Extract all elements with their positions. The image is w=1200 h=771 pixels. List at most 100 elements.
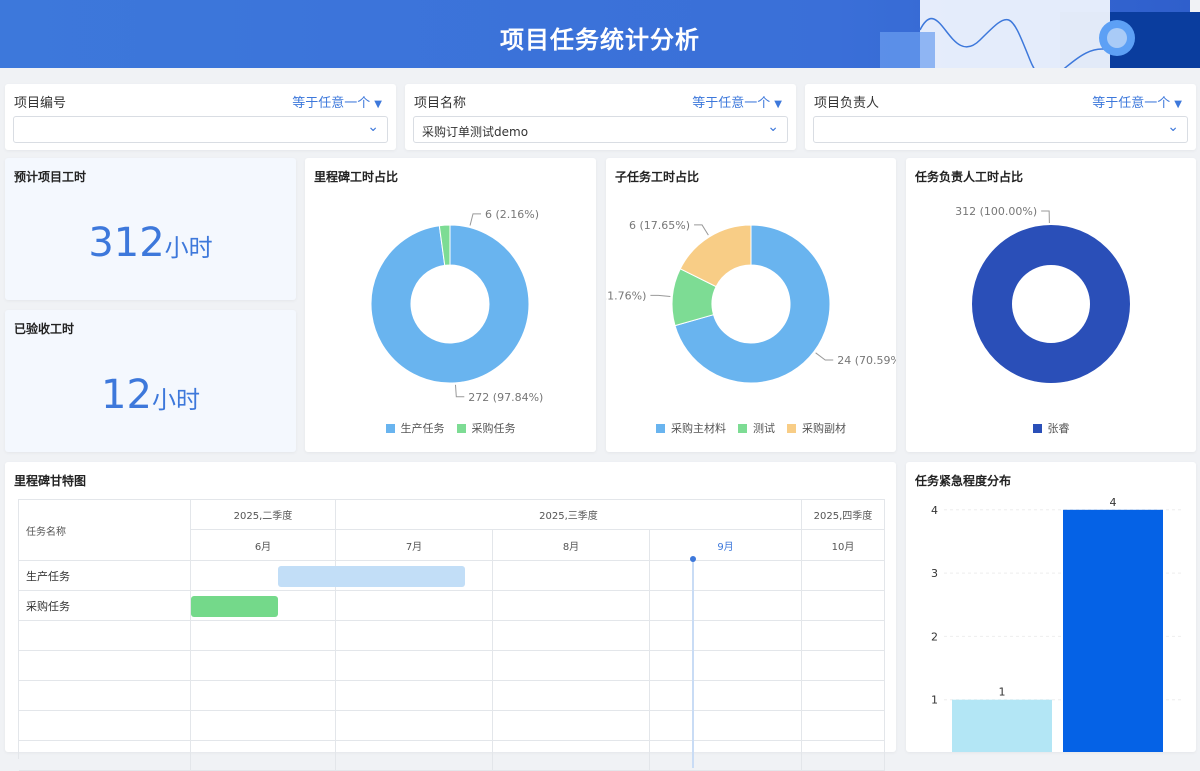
assignee-hours-pie-card: 任务负责人工时占比 312 (100.00%) 张睿 [906,158,1196,452]
gantt-bar[interactable] [191,596,278,617]
y-tick-label: 1 [931,694,938,707]
gantt-quarter: 2025,三季度 [336,500,802,530]
gantt-grid-cell [650,711,802,741]
kpi-title: 预计项目工时 [14,170,87,184]
legend-swatch [385,424,395,433]
filter-select[interactable]: ⌄ [813,116,1188,143]
gantt-row-name [19,711,191,741]
today-line [692,558,694,768]
chart-legend: 张睿 [906,420,1196,436]
gantt-grid-cell [493,591,650,621]
filter-label: 项目负责人 [814,96,880,111]
y-tick-label: 4 [931,504,938,517]
filter-label: 项目名称 [414,96,467,111]
filter-operator-label: 等于任意一个 [292,96,371,111]
legend-item[interactable]: 生产任务 [385,420,445,436]
kpi-title: 已验收工时 [14,322,75,336]
legend-label: 采购副材 [802,422,846,435]
bar[interactable] [952,699,1052,752]
gantt-grid-cell [650,681,802,711]
label-leader-line [469,213,482,226]
gantt-grid-cell [191,681,336,711]
legend-item[interactable]: 采购任务 [456,420,516,436]
gantt-grid-cell [493,651,650,681]
gantt-grid-cell [191,741,336,771]
gantt-quarter: 2025,二季度 [191,500,336,530]
bar-chart: 1 2 3 4 1 4 [931,496,1181,752]
donut-chart: 312 (100.00%) [955,205,1130,383]
filter-card: 项目编号 等于任意一个 ▼ ⌄ [5,84,396,150]
donut-chart: 272 (97.84%) 6 (2.16%) [370,208,543,404]
kpi-unit: 小时 [164,234,213,262]
gantt-grid-cell [650,591,802,621]
bar-value-label: 4 [1110,496,1117,509]
gantt-month: 7月 [336,530,493,561]
chart-legend: 生产任务 采购任务 [305,420,596,436]
label-leader-line [650,294,671,298]
legend-item[interactable]: 采购主材料 [656,420,726,436]
caret-down-icon: ▼ [374,99,382,110]
filter-select-value: 采购订单测试demo [422,125,529,139]
filter-operator-dropdown[interactable]: 等于任意一个 ▼ [1092,92,1182,111]
gantt-grid-cell [802,741,885,771]
filter-operator-dropdown[interactable]: 等于任意一个 ▼ [692,92,782,111]
filter-label: 项目编号 [14,96,67,111]
gantt-grid-cell [191,711,336,741]
gantt-quarter: 2025,四季度 [802,500,885,530]
y-tick-label: 3 [931,567,938,580]
gantt-row-name [19,621,191,651]
filter-select[interactable]: ⌄ [13,116,388,143]
legend-swatch [1032,424,1042,433]
gantt-grid-cell [802,681,885,711]
gantt-row-name: 生产任务 [19,561,191,591]
gantt-grid-cell [802,561,885,591]
legend-label: 采购任务 [471,422,516,435]
gantt-name-header: 任务名称 [19,500,191,561]
gantt-grid-cell [802,711,885,741]
gantt-grid-cell [336,621,493,651]
legend-item[interactable]: 张睿 [1032,420,1070,436]
urgency-bar-card: 任务紧急程度分布 123414 [906,462,1196,752]
donut-chart: 24 (70.59%) 4 (11.76%) 6 (17.65%) [606,219,896,384]
caret-down-icon: ▼ [1174,99,1182,110]
slice-label: 24 (70.59%) [837,354,896,367]
slice-label: 272 (97.84%) [468,391,543,404]
chart-legend: 采购主材料 测试 采购副材 [606,420,896,436]
gantt-grid-cell [336,591,493,621]
filter-operator-dropdown[interactable]: 等于任意一个 ▼ [292,92,382,111]
caret-down-icon: ▼ [774,99,782,110]
gantt-grid-cell [336,681,493,711]
legend-label: 生产任务 [400,422,445,435]
page-title: 项目任务统计分析 [500,26,700,54]
filter-operator-label: 等于任意一个 [1092,96,1171,111]
chevron-down-icon: ⌄ [1167,119,1179,135]
filter-select[interactable]: 采购订单测试demo ⌄ [413,116,788,143]
bar-value-label: 1 [999,686,1006,699]
kpi-value: 12小时 [5,372,296,418]
gantt-grid-cell [802,651,885,681]
gantt-grid-cell [336,711,493,741]
filter-card: 项目名称 等于任意一个 ▼ 采购订单测试demo ⌄ [405,84,796,150]
gantt-grid-cell [493,711,650,741]
slice-label: 4 (11.76%) [606,289,646,302]
filter-card: 项目负责人 等于任意一个 ▼ ⌄ [805,84,1196,150]
legend-label: 张睿 [1047,422,1070,435]
slice-label: 312 (100.00%) [955,205,1037,218]
legend-item[interactable]: 测试 [738,420,775,436]
gantt-grid-cell [493,741,650,771]
legend-item[interactable]: 采购副材 [787,420,846,436]
kpi-card-accepted-hours: 已验收工时 12小时 [5,310,296,452]
bar[interactable] [1063,509,1163,752]
label-leader-line [454,384,465,398]
donut-slice[interactable] [972,225,1130,383]
gantt-month: 9月 [650,530,802,561]
gantt-table: 任务名称 2025,二季度 2025,三季度 2025,四季度 6月 7月 8月 9月 10月生… [18,499,885,771]
gantt-bar[interactable] [278,566,465,587]
kpi-number: 12 [101,372,152,418]
gantt-row-name [19,681,191,711]
milestone-hours-pie-card: 里程碑工时占比 272 (97.84%) 6 (2.16%) 生产任务 采购任务 [305,158,596,452]
gantt-grid-cell [650,651,802,681]
gantt-title: 里程碑甘特图 [14,474,87,488]
gantt-grid-cell [336,741,493,771]
legend-swatch [456,424,466,433]
